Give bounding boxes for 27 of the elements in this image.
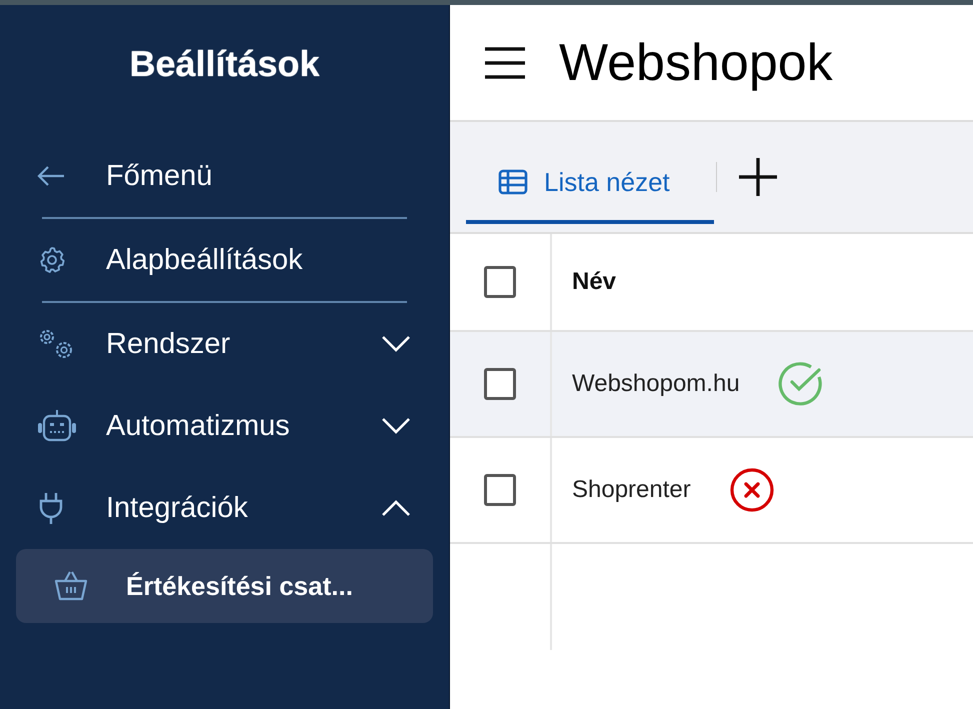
chevron-down-icon[interactable] (381, 417, 411, 435)
sidebar-item[interactable]: Integrációk (16, 467, 433, 549)
sidebar-item[interactable]: Főmenü (16, 135, 433, 217)
table-row[interactable]: Webshopom.hu (450, 332, 973, 438)
table-row[interactable]: Shoprenter (450, 438, 973, 544)
column-header: Név (572, 268, 616, 296)
sidebar-item[interactable]: Automatizmus (16, 385, 433, 467)
table-icon (498, 169, 528, 195)
menu-icon[interactable] (483, 44, 527, 80)
back-arrow-icon (36, 165, 66, 187)
error-circle-icon (728, 467, 775, 513)
check-circle-icon (778, 361, 824, 407)
row-checkbox[interactable] (484, 368, 516, 400)
sidebar-subitem[interactable]: Értékesítési csat... (16, 549, 433, 623)
sidebar-item[interactable]: Alapbeállítások (16, 219, 433, 301)
select-all-checkbox[interactable] (484, 266, 516, 298)
robot-icon (36, 409, 78, 443)
basket-icon (54, 570, 88, 602)
chevron-up-icon[interactable] (381, 499, 411, 517)
chevron-down-icon[interactable] (381, 335, 411, 353)
row-checkbox[interactable] (484, 474, 516, 506)
sidebar-title: Beállítások (128, 43, 321, 85)
sidebar-item[interactable]: Rendszer (16, 303, 433, 385)
add-icon[interactable] (736, 156, 779, 198)
table-cell: Shoprenter (572, 476, 691, 504)
page-title: Webshopok (559, 32, 833, 92)
table-cell: Webshopom.hu (572, 370, 740, 398)
